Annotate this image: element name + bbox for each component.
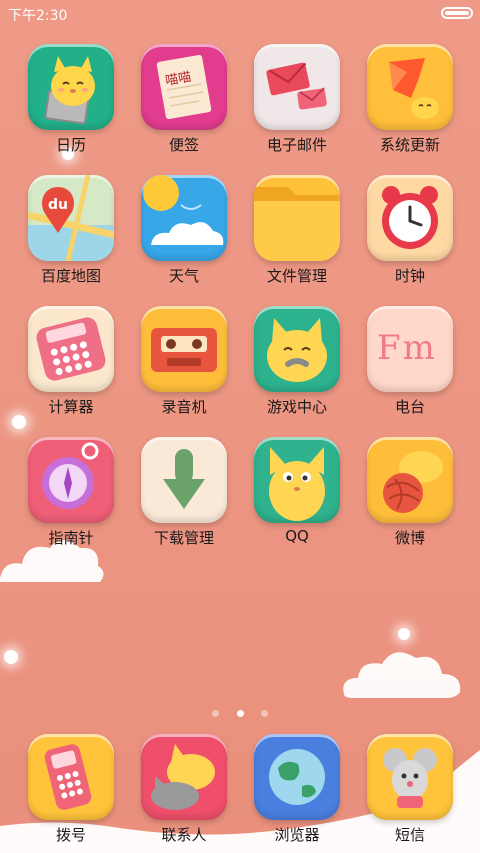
app-label: 文件管理 [266,267,327,285]
cat-gamepad-icon [254,306,340,392]
note-paper-icon: 喵喵 [141,44,227,130]
cat-calendar-icon [28,44,114,130]
sparkle-decoration [4,650,18,664]
app-label: 计算器 [48,398,94,416]
app-label: 短信 [394,826,425,844]
app-weibo[interactable]: 微博 [355,437,465,548]
status-time: 下午2:30 [8,8,68,24]
page-dot[interactable] [260,710,268,717]
app-label: 电子邮件 [266,136,327,154]
app-label: 时钟 [394,267,425,285]
map-pin-icon: du [28,175,114,261]
page-dot[interactable] [212,710,220,717]
app-compass[interactable]: 指南针 [16,437,126,548]
update-flag-icon [367,44,453,130]
battery-icon [441,7,473,19]
app-recorder[interactable]: 录音机 [129,306,239,417]
app-label: QQ [285,527,309,545]
dock-app-contacts[interactable]: 联系人 [129,734,239,845]
app-download-manager[interactable]: 下载管理 [129,437,239,548]
app-weather[interactable]: 天气 [129,175,239,286]
calculator-icon [28,306,114,392]
app-clock[interactable]: 时钟 [355,175,465,286]
app-email[interactable]: 电子邮件 [242,44,352,155]
download-arrow-icon [141,437,227,523]
app-label: 日历 [55,136,86,154]
dock-app-messages[interactable]: 短信 [355,734,465,845]
app-label: 便签 [168,136,199,154]
app-notes[interactable]: 喵喵 便签 [129,44,239,155]
sparkle-decoration [398,628,410,640]
app-qq[interactable]: QQ [242,437,352,545]
compass-icon [28,437,114,523]
app-label: 下载管理 [153,529,214,547]
app-system-update[interactable]: 系统更新 [355,44,465,155]
app-label: 指南针 [48,529,94,547]
phone-icon [28,734,114,820]
app-file-manager[interactable]: 文件管理 [242,175,352,286]
app-label: 天气 [168,267,199,285]
battery-level [445,11,469,15]
app-label: 游戏中心 [266,398,327,416]
app-label: 联系人 [161,826,207,844]
page-dot-active[interactable] [236,710,244,717]
alarm-clock-icon [367,175,453,261]
mouse-message-icon [367,734,453,820]
folder-icon [254,175,340,261]
cat-qq-icon [254,437,340,523]
app-radio[interactable]: Fm 电台 [355,306,465,417]
app-label: 微博 [394,529,425,547]
cloud-right-decoration [343,652,461,698]
app-game-center[interactable]: 游戏中心 [242,306,352,417]
app-label: 系统更新 [379,136,440,154]
app-calendar[interactable]: 日历 [16,44,126,155]
page-indicator[interactable] [0,702,480,721]
cassette-icon [141,306,227,392]
status-bar: 下午2:30 [0,0,480,28]
dock: 拨号 联系人 浏览器 短信 [0,730,480,853]
envelope-icon [254,44,340,130]
radio-logo-text: Fm [377,328,437,368]
cat-contacts-icon [141,734,227,820]
globe-icon [254,734,340,820]
sparkle-decoration [12,415,26,429]
app-label: 百度地图 [40,267,101,285]
app-label: 电台 [394,398,425,416]
sun-cloud-icon [141,175,227,261]
dock-app-browser[interactable]: 浏览器 [242,734,352,845]
dock-app-phone[interactable]: 拨号 [16,734,126,845]
app-label: 录音机 [161,398,207,416]
fm-radio-icon: Fm [367,306,453,392]
app-label: 浏览器 [274,826,320,844]
cat-yarn-icon [367,437,453,523]
app-baidu-map[interactable]: du 百度地图 [16,175,126,286]
app-calculator[interactable]: 计算器 [16,306,126,417]
app-label: 拨号 [55,826,86,844]
map-logo-text: du [48,197,68,213]
